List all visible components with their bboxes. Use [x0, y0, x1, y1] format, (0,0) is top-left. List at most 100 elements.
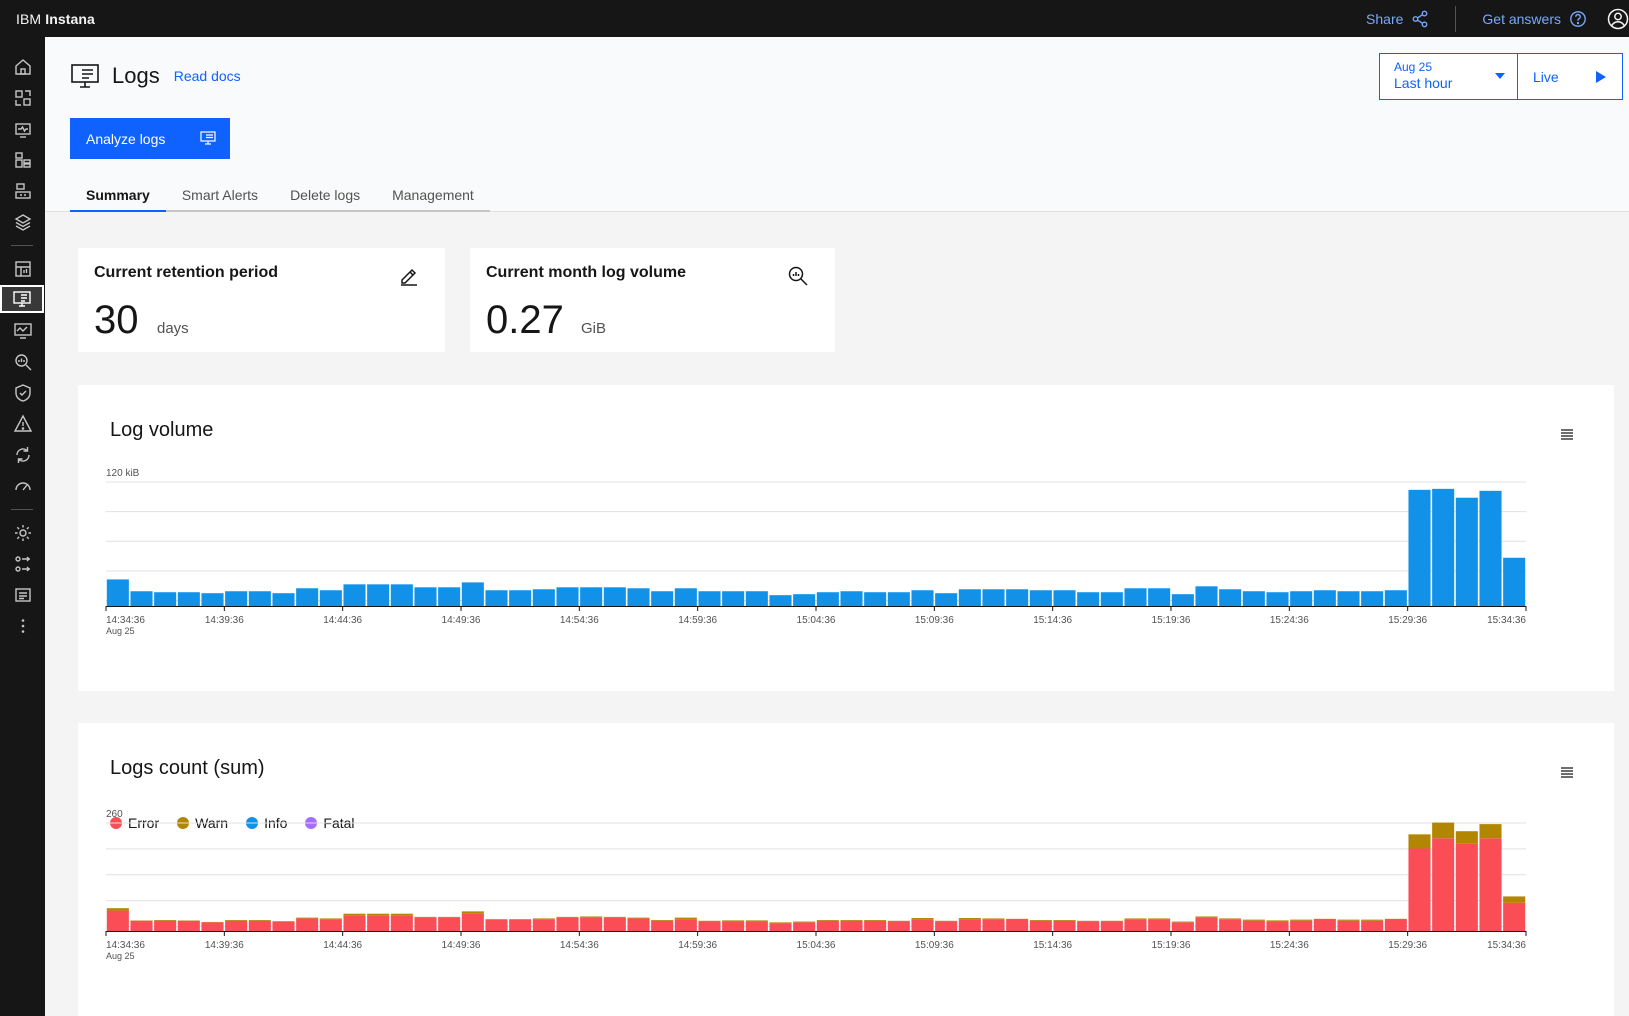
bar-volume — [864, 592, 887, 606]
bar-volume — [154, 592, 177, 606]
bar-volume — [1219, 589, 1242, 606]
bar-volume — [982, 589, 1005, 606]
home-icon — [14, 59, 31, 75]
bar-error — [1148, 919, 1171, 931]
bar-warn — [864, 920, 887, 921]
bar-error — [461, 913, 484, 931]
left-nav-rail — [0, 37, 45, 1016]
x-tick-label: 15:14:36 — [1033, 615, 1072, 626]
bar-warn — [390, 913, 413, 916]
warning-icon — [13, 414, 32, 432]
bar-error — [840, 920, 863, 931]
read-docs-link[interactable]: Read docs — [174, 68, 241, 84]
analyze-logs-button[interactable]: Analyze logs — [70, 118, 230, 159]
x-tick-label: 14:49:36 — [442, 615, 481, 626]
nav-home[interactable] — [0, 53, 45, 81]
user-profile-icon[interactable] — [1607, 8, 1629, 30]
bar-volume — [485, 590, 508, 606]
bar-warn — [651, 920, 674, 921]
bar-warn — [1100, 920, 1123, 922]
nav-applications[interactable] — [0, 84, 45, 112]
bar-error — [816, 920, 839, 931]
nav-settings[interactable] — [0, 519, 45, 547]
nav-security[interactable] — [0, 379, 45, 407]
edit-icon[interactable] — [398, 265, 420, 287]
log-volume-title: Current month log volume — [486, 264, 686, 281]
x-tick-label: 14:34:36 — [106, 615, 145, 626]
bar-volume — [958, 589, 981, 606]
retention-card: Current retention period 30 days — [78, 248, 445, 352]
bar-error — [911, 919, 934, 931]
bar-error — [1100, 921, 1123, 931]
bar-warn — [1219, 918, 1242, 920]
document-icon — [14, 588, 31, 602]
nav-websites[interactable] — [0, 115, 45, 143]
bar-warn — [1408, 834, 1431, 849]
nav-stack[interactable] — [0, 208, 45, 236]
bar-error — [509, 920, 532, 931]
bar-error — [556, 917, 579, 931]
bar-warn — [1384, 918, 1407, 920]
bar-volume — [343, 584, 366, 606]
nav-documents[interactable] — [0, 581, 45, 609]
logs-icon — [71, 64, 99, 88]
share-button[interactable]: Share — [1366, 10, 1429, 28]
tab-smart-alerts[interactable]: Smart Alerts — [166, 180, 274, 212]
bar-error — [485, 920, 508, 931]
bar-volume — [1290, 591, 1313, 606]
caret-down-icon — [1495, 73, 1505, 79]
bar-volume — [367, 584, 390, 606]
tab-delete-logs[interactable]: Delete logs — [274, 180, 376, 212]
tab-summary[interactable]: Summary — [70, 180, 166, 212]
bar-warn — [722, 920, 745, 922]
analyze-search-icon[interactable] — [787, 265, 809, 287]
get-answers-button[interactable]: Get answers — [1482, 10, 1587, 28]
log-volume-card: Current month log volume 0.27 GiB — [470, 248, 835, 352]
nav-more[interactable] — [0, 612, 45, 640]
bar-warn — [1006, 918, 1029, 920]
nav-platforms[interactable] — [0, 177, 45, 205]
x-tick-label: 14:49:36 — [442, 940, 481, 951]
brand-logo[interactable]: IBM Instana — [16, 11, 95, 27]
nav-synthetic[interactable] — [0, 317, 45, 345]
bar-error — [580, 917, 603, 931]
nav-logs[interactable] — [0, 285, 44, 313]
nav-infrastructure[interactable] — [0, 146, 45, 174]
analyze-logs-label: Analyze logs — [86, 130, 166, 147]
bar-warn — [1432, 822, 1455, 839]
time-range-dropdown[interactable]: Aug 25 Last hour — [1380, 54, 1518, 99]
bar-volume — [106, 579, 129, 606]
bar-error — [935, 921, 958, 931]
gear-icon — [14, 525, 31, 541]
bar-volume — [1006, 589, 1029, 606]
bar-error — [698, 921, 721, 931]
tab-management[interactable]: Management — [376, 180, 490, 212]
bar-volume — [296, 588, 319, 606]
bar-error — [1384, 920, 1407, 931]
nav-automation[interactable] — [0, 441, 45, 469]
nav-events[interactable] — [0, 410, 45, 438]
bar-error — [745, 921, 768, 931]
bar-warn — [1242, 919, 1265, 921]
bar-warn — [1266, 920, 1289, 922]
bar-volume — [319, 590, 342, 606]
bar-volume — [1053, 590, 1076, 606]
bar-volume — [1077, 592, 1100, 606]
nav-analytics[interactable] — [0, 348, 45, 376]
nav-integrations[interactable] — [0, 550, 45, 578]
bar-volume — [1432, 488, 1455, 606]
bar-warn — [1171, 921, 1194, 923]
bar-error — [1337, 920, 1360, 931]
speedometer-icon — [14, 482, 31, 491]
bar-error — [390, 915, 413, 931]
live-button[interactable]: Live — [1518, 54, 1622, 99]
nav-performance[interactable] — [0, 472, 45, 500]
nav-dashboards[interactable] — [0, 255, 45, 283]
applications-icon — [14, 90, 31, 106]
retention-value: 30 — [94, 298, 139, 342]
platforms-icon — [14, 183, 31, 199]
bar-warn — [414, 916, 437, 918]
bar-volume — [130, 591, 153, 606]
bar-volume — [1455, 497, 1478, 606]
bar-warn — [1313, 918, 1336, 920]
